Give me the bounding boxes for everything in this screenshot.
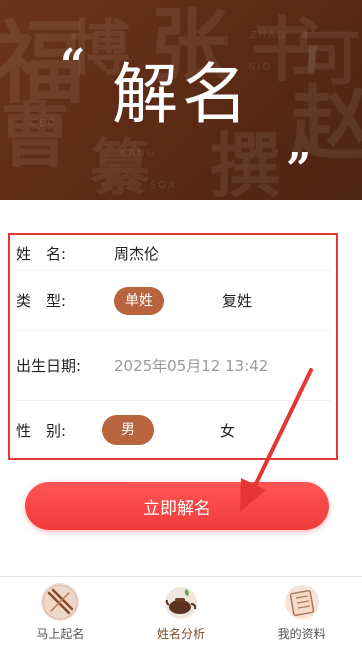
gender-option-male[interactable]: 男 bbox=[102, 415, 154, 445]
type-label: 类 型: bbox=[16, 292, 67, 310]
background-calligraphy: 可 bbox=[300, 24, 360, 94]
type-row: 类 型: 单姓 复姓 bbox=[16, 271, 330, 331]
nav-item-name-analysis[interactable]: 姓名分析 bbox=[121, 577, 242, 645]
birth-label: 出生日期: bbox=[16, 357, 82, 375]
gender-label: 性 别: bbox=[16, 421, 67, 440]
nav-item-my-profile[interactable]: 我的资料 bbox=[241, 577, 362, 645]
submit-button[interactable]: 立即解名 bbox=[25, 482, 329, 530]
background-latin: ZHAO bbox=[250, 30, 287, 41]
hero-banner: 福 博 张 曹 书 赵 纂 撰 可 CEO KANG ZHAO NIO SOA … bbox=[0, 0, 362, 200]
name-form: 姓 名: 周杰伦 类 型: 单姓 复姓 出生日期: 2025年05月12 13:… bbox=[8, 233, 338, 460]
type-option-compound[interactable]: 复姓 bbox=[222, 290, 252, 311]
nav-label-name-analysis: 姓名分析 bbox=[157, 627, 206, 641]
background-latin: KANG bbox=[120, 148, 157, 159]
nav-item-quick-naming[interactable]: 马上起名 bbox=[0, 577, 121, 645]
bottom-nav: 马上起名 姓名分析 我的资料 bbox=[0, 576, 362, 645]
chopsticks-icon bbox=[41, 583, 80, 621]
name-row: 姓 名: 周杰伦 bbox=[16, 237, 330, 271]
name-label: 姓 名: bbox=[16, 245, 67, 263]
teapot-icon bbox=[162, 583, 200, 621]
gender-row: 性 别: 男 女 bbox=[16, 401, 330, 459]
quote-open-mark: “ bbox=[60, 40, 86, 91]
nav-label-quick-naming: 马上起名 bbox=[36, 627, 85, 641]
type-option-single[interactable]: 单姓 bbox=[114, 286, 164, 315]
nav-label-my-profile: 我的资料 bbox=[277, 627, 326, 641]
background-latin: CEO bbox=[30, 118, 58, 129]
scroll-icon bbox=[283, 583, 321, 621]
name-input[interactable]: 周杰伦 bbox=[114, 243, 159, 264]
page-title: 解名 bbox=[112, 56, 252, 133]
background-calligraphy: 曹 bbox=[0, 94, 70, 177]
quote-close-mark: ” bbox=[286, 144, 312, 195]
background-latin: SOA bbox=[150, 180, 177, 191]
birth-row: 出生日期: 2025年05月12 13:42 bbox=[16, 331, 330, 401]
birth-date-picker[interactable]: 2025年05月12 13:42 bbox=[114, 355, 268, 376]
gender-option-female[interactable]: 女 bbox=[220, 420, 235, 441]
